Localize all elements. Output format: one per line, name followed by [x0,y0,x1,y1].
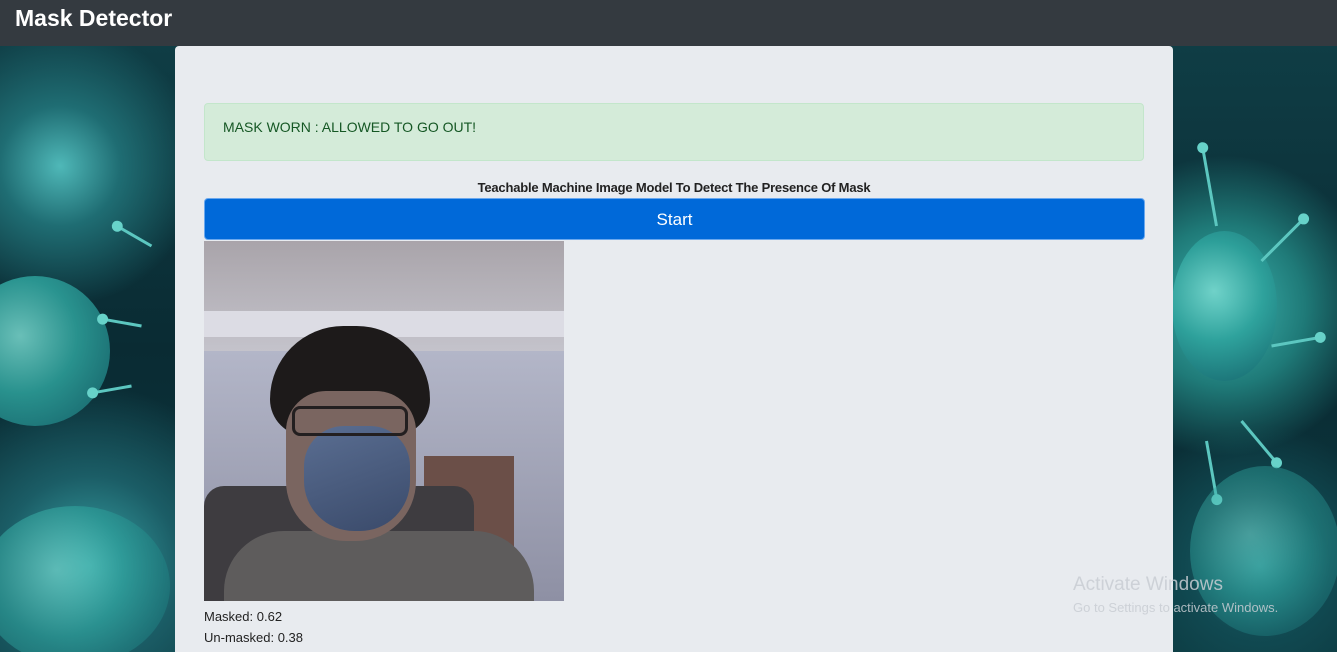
status-alert: MASK WORN : ALLOWED TO GO OUT! [204,103,1144,161]
virus-spike [101,317,142,328]
page-heading: Teachable Machine Image Model To Detect … [477,180,871,195]
virus-image-bottom-left [0,506,170,652]
activate-windows-title: Activate Windows [1073,574,1223,595]
virus-spike [1201,146,1218,227]
webcam-face-mask [304,426,410,531]
activate-windows-subtitle: Go to Settings to activate Windows. [1073,600,1279,615]
start-button[interactable]: Start [204,198,1145,240]
virus-spike [116,224,153,248]
webcam-glasses [292,406,408,436]
virus-image-right [1172,231,1277,381]
virus-spike [1240,420,1279,465]
webcam-feed [204,241,564,601]
main-container: MASK WORN : ALLOWED TO GO OUT! Teachable… [175,46,1173,652]
webcam-person-body [224,531,534,601]
virus-spike [1260,217,1305,263]
brand-title[interactable]: Mask Detector [15,5,172,32]
masked-score: Masked: 0.62 [204,609,283,624]
unmasked-score: Un-masked: 0.38 [204,630,303,645]
virus-image-left [0,276,110,426]
virus-spike [1271,335,1322,348]
status-alert-text: MASK WORN : ALLOWED TO GO OUT! [223,119,477,135]
navbar: Mask Detector [0,0,1337,46]
